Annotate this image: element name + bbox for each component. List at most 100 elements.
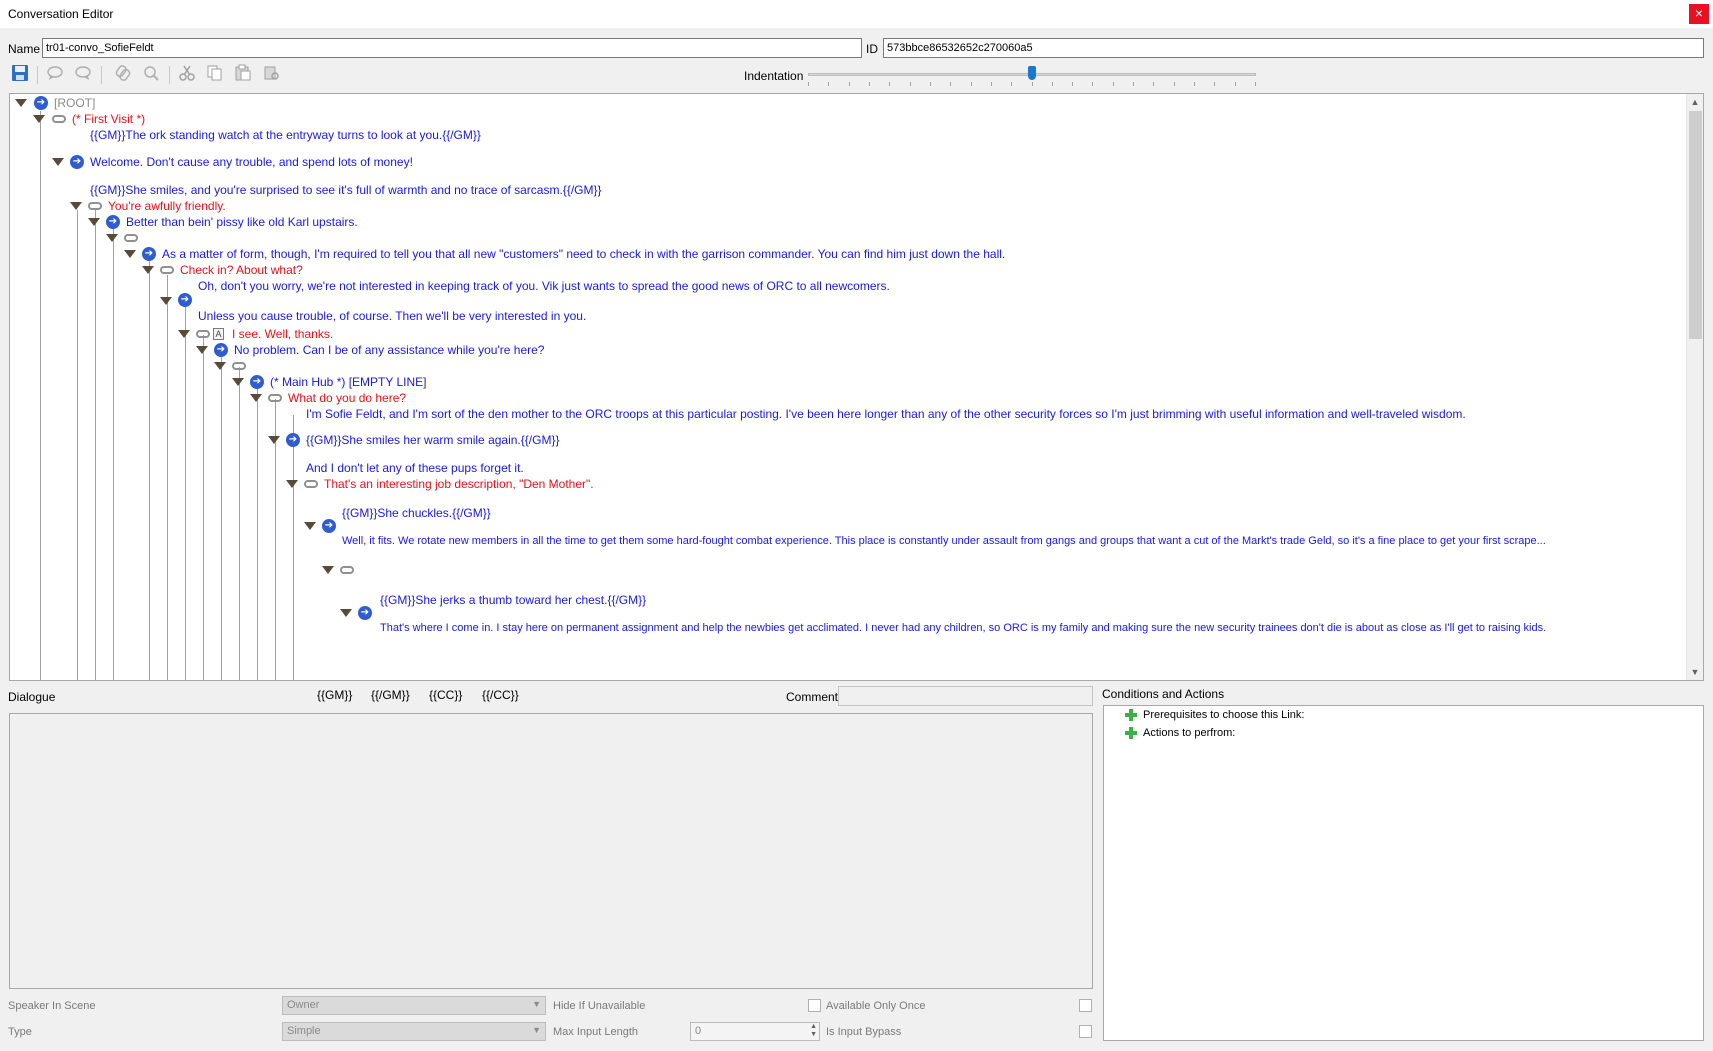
tree-guide-line	[239, 367, 240, 680]
npc-line-icon: ➔	[322, 519, 336, 533]
expand-toggle[interactable]	[178, 330, 190, 338]
player-link-icon	[304, 480, 318, 488]
tree-node[interactable]: {{GM}}She jerks a thumb toward her chest…	[380, 591, 646, 609]
slider-tick	[991, 82, 992, 86]
tree-node[interactable]: {{GM}}The ork standing watch at the entr…	[90, 126, 481, 144]
auto-choice-icon: A	[213, 328, 224, 340]
tree-node[interactable]: {{GM}}She chuckles.{{/GM}}	[342, 504, 491, 522]
tree-node[interactable]: Welcome. Don't cause any trouble, and sp…	[90, 153, 413, 171]
expand-toggle[interactable]	[106, 234, 118, 242]
max-input-spinbox[interactable]: 0 ▲ ▼	[690, 1022, 820, 1041]
conversation-tree[interactable]: ➔ [ROOT] (* First Visit *) {{GM}}The ork…	[9, 93, 1704, 681]
expand-toggle[interactable]	[52, 158, 64, 166]
name-input[interactable]: tr01-convo_SofieFeldt	[42, 38, 862, 58]
cc-close-tag-button[interactable]: {{/CC}}	[482, 688, 519, 702]
prerequisites-item[interactable]: Prerequisites to choose this Link:	[1125, 709, 1304, 721]
paste-link-icon[interactable]	[262, 64, 282, 84]
player-link-icon	[268, 394, 282, 402]
dialogue-text-editor[interactable]	[9, 713, 1093, 989]
slider-tick	[1092, 82, 1093, 86]
tree-node[interactable]: I'm Sofie Feldt, and I'm sort of the den…	[306, 405, 1466, 423]
available-once-checkbox[interactable]	[1079, 999, 1092, 1012]
expand-toggle[interactable]	[70, 202, 82, 210]
expand-toggle[interactable]	[33, 115, 45, 123]
slider-tick	[808, 82, 809, 86]
close-icon[interactable]: ×	[1689, 4, 1709, 24]
tree-node[interactable]: {{GM}}She smiles her warm smile again.{{…	[306, 431, 559, 449]
conditions-panel[interactable]: Prerequisites to choose this Link: Actio…	[1103, 705, 1704, 1041]
max-input-label: Max Input Length	[553, 1026, 639, 1038]
id-label: ID	[866, 42, 878, 56]
unlink-icon[interactable]	[142, 64, 162, 84]
npc-line-icon: ➔	[106, 215, 120, 229]
paste-icon[interactable]	[234, 64, 254, 84]
slider-tick	[1255, 82, 1256, 86]
player-link-icon	[124, 234, 138, 242]
gm-close-tag-button[interactable]: {{/GM}}	[371, 688, 410, 702]
comment-input[interactable]	[838, 686, 1093, 706]
cut-icon[interactable]	[178, 64, 198, 84]
slider-tick	[1174, 82, 1175, 86]
npc-line-icon: ➔	[178, 293, 192, 307]
expand-toggle[interactable]	[268, 436, 280, 444]
scroll-down-icon[interactable]: ▼	[1690, 667, 1700, 677]
expand-toggle[interactable]	[304, 522, 316, 530]
scroll-thumb[interactable]	[1689, 111, 1702, 339]
hide-if-unavailable-checkbox[interactable]	[808, 999, 821, 1012]
copy-icon[interactable]	[206, 64, 226, 84]
toolbar-separator	[37, 66, 38, 84]
slider-tick	[1113, 82, 1114, 86]
link-icon[interactable]	[114, 64, 134, 84]
cc-tag-button[interactable]: {{CC}}	[429, 688, 462, 702]
slider-tick	[950, 82, 951, 86]
tree-node[interactable]: No problem. Can I be of any assistance w…	[234, 341, 544, 359]
max-input-value: 0	[695, 1025, 702, 1037]
tree-guide-line	[257, 383, 258, 680]
player-link-icon	[52, 115, 66, 123]
input-bypass-checkbox[interactable]	[1079, 1025, 1092, 1038]
expand-toggle[interactable]	[232, 378, 244, 386]
chevron-down-icon: ▼	[532, 999, 541, 1009]
tree-node[interactable]: Oh, don't you worry, we're not intereste…	[198, 277, 890, 295]
tree-guide-line	[149, 259, 150, 680]
expand-toggle[interactable]	[322, 566, 334, 574]
tree-node[interactable]: Well, it fits. We rotate new members in …	[342, 532, 1546, 550]
tree-node[interactable]: That's where I come in. I stay here on p…	[380, 619, 1546, 637]
indentation-slider[interactable]	[808, 66, 1256, 88]
expand-toggle[interactable]	[88, 218, 100, 226]
expand-toggle[interactable]	[160, 297, 172, 305]
slider-tick	[1072, 82, 1073, 86]
save-icon[interactable]	[11, 64, 31, 84]
slider-tick	[1133, 82, 1134, 86]
expand-toggle[interactable]	[124, 250, 136, 258]
slider-tick	[828, 82, 829, 86]
slider-handle[interactable]	[1028, 66, 1036, 80]
add-icon[interactable]	[1125, 709, 1137, 721]
input-bypass-label: Is Input Bypass	[826, 1026, 902, 1038]
add-node-icon[interactable]	[46, 64, 66, 84]
gm-tag-button[interactable]: {{GM}}	[317, 688, 352, 702]
slider-tick	[849, 82, 850, 86]
speaker-select[interactable]: Owner ▼	[282, 996, 546, 1015]
add-sibling-icon[interactable]	[74, 64, 94, 84]
actions-item[interactable]: Actions to perfrom:	[1125, 727, 1235, 739]
player-link-icon	[196, 330, 210, 338]
tree-node[interactable]: Unless you cause trouble, of course. The…	[198, 307, 586, 325]
tree-guide-line	[221, 351, 222, 680]
expand-toggle[interactable]	[196, 346, 208, 354]
id-input[interactable]: 573bbce86532652c270060a5	[883, 38, 1704, 58]
expand-toggle[interactable]	[214, 362, 226, 370]
expand-toggle[interactable]	[15, 99, 27, 107]
expand-toggle[interactable]	[286, 480, 298, 488]
scroll-up-icon[interactable]: ▲	[1690, 97, 1700, 107]
expand-toggle[interactable]	[250, 394, 262, 402]
tree-guide-line	[203, 335, 204, 680]
type-select[interactable]: Simple ▼	[282, 1022, 546, 1041]
tree-node[interactable]: That's an interesting job description, "…	[324, 475, 594, 493]
add-icon[interactable]	[1125, 727, 1137, 739]
spin-arrows-icon[interactable]: ▲ ▼	[810, 1023, 817, 1039]
expand-toggle[interactable]	[340, 609, 352, 617]
tree-scrollbar[interactable]: ▲ ▼	[1686, 94, 1703, 680]
tree-node[interactable]: Better than bein' pissy like old Karl up…	[126, 213, 358, 231]
expand-toggle[interactable]	[142, 266, 154, 274]
